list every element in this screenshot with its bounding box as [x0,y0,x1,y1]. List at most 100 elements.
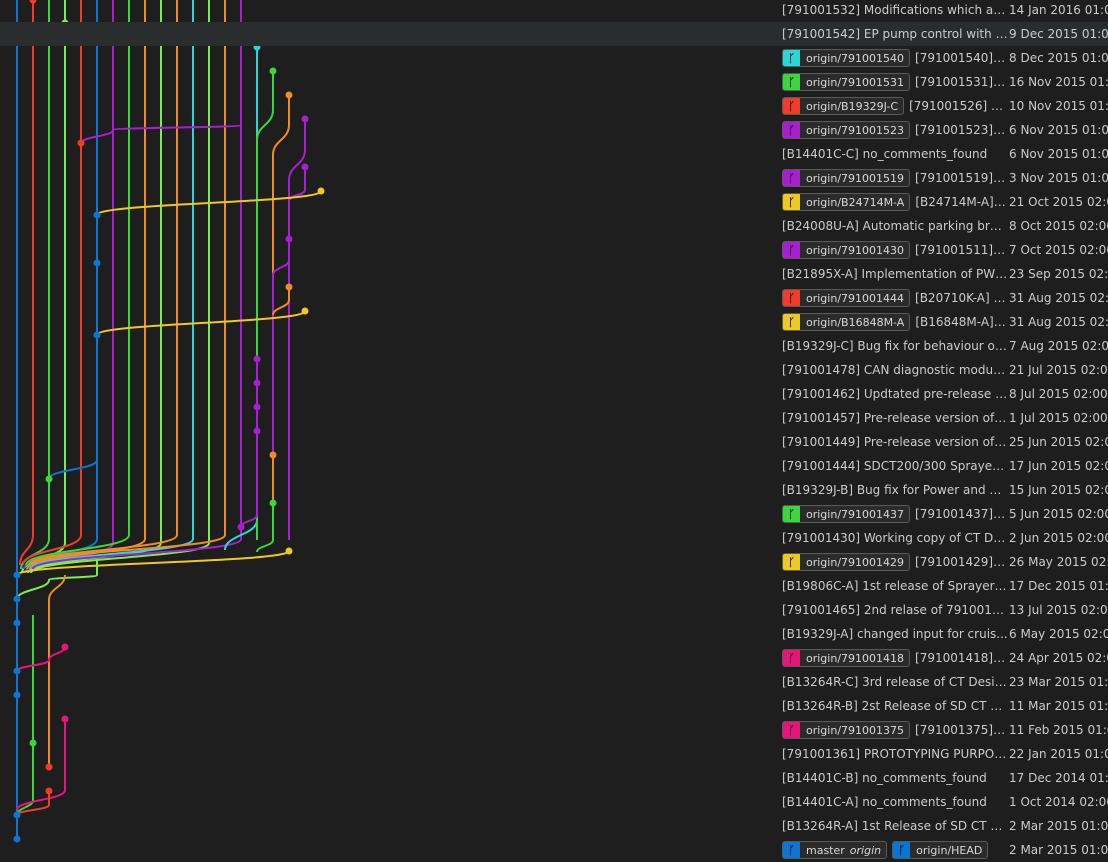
commit-row[interactable]: [B24008U-A] Automatic parking bra... 8 Oc… [0,214,1108,238]
commit-date: 6 Nov 2015 01:00 [1009,123,1108,137]
git-branch-icon: ᚴ [893,842,911,858]
commit-message: [791001532] Modifications which are... [782,3,1008,17]
branch-ref-name: origin/791001444 [806,291,905,305]
commit-message-cell: ᚴ origin/791001418 [791001418] Im... [782,646,1008,670]
commit-message: [791001465] 2nd relase of 791001444 [782,603,1008,617]
branch-ref-badge[interactable]: ᚴ origin/HEAD [892,841,989,859]
commit-row[interactable]: [B19329J-A] changed input for cruis... 6 … [0,622,1108,646]
commit-message-cell: [B13264R-A] 1st Release of SD CT Ge... [782,814,1008,838]
git-branch-icon: ᚴ [783,170,800,186]
branch-ref-badge[interactable]: ᚴ origin/791001519 [782,169,911,187]
commit-row[interactable]: ᚴ origin/791001444 [B20710K-A] N... 31 Aug … [0,286,1108,310]
commit-message-cell: ᚴ origin/791001430 [791001511] Up... [782,238,1008,262]
commit-row[interactable]: [791001430] Working copy of CT Des... 2 J… [0,526,1108,550]
commit-date: 2 Mar 2015 01:00 [1009,843,1108,857]
commit-row[interactable]: [B19329J-C] Bug fix for behaviour of ...… [0,334,1108,358]
commit-row[interactable]: [791001457] Pre-release version of C... 1… [0,406,1108,430]
commit-message: [791001523] De... [915,123,1008,137]
commit-row[interactable]: ᚴ origin/791001437 [791001437] Us...5 Jun … [0,502,1108,526]
commit-row[interactable]: ᚴ origin/791001523 [791001523] De...6 Nov … [0,118,1108,142]
commit-message: [791001478] CAN diagnostic module ... [782,363,1008,377]
git-branch-icon: ᚴ [783,842,800,858]
commit-row[interactable]: [B19806C-A] 1st release of Sprayer P... 1… [0,574,1108,598]
commit-message: [791001437] Us... [915,507,1008,521]
commit-row[interactable]: ᚴ origin/B19329J-C [791001526] S... 10 Nov … [0,94,1108,118]
commit-message-cell: [B24008U-A] Automatic parking bra... [782,214,1008,238]
commit-row[interactable]: [791001478] CAN diagnostic module ... 21 … [0,358,1108,382]
commit-row[interactable]: ᚴ origin/791001540 [791001540] O... 8 Dec 2… [0,46,1108,70]
commit-message-cell: [B13264R-B] 2st Release of SD CT Ge... [782,694,1008,718]
branch-ref-badge[interactable]: ᚴ origin/B19329J-C [782,97,905,115]
branch-ref-name: origin/791001540 [806,51,905,65]
branch-ref-name: origin/791001437 [806,507,905,521]
branch-ref-badge[interactable]: ᚴ origin/B16848M-A [782,313,911,331]
branch-ref-badge[interactable]: ᚴ origin/791001531 [782,73,911,91]
commit-row[interactable]: ᚴ origin/791001430 [791001511] Up...7 Oct … [0,238,1108,262]
commit-row[interactable]: ᚴ origin/791001418 [791001418] Im...24 Apr… [0,646,1108,670]
commit-message-cell: ᚴ origin/B19329J-C [791001526] S... [782,94,1008,118]
branch-ref-name: origin/791001531 [806,75,905,89]
branch-ref-badge[interactable]: ᚴ origin/B24714M-A [782,193,911,211]
commit-message: [791001519] for... [915,171,1008,185]
commit-row[interactable]: [B21895X-A] Implementation of PW ... 23 S… [0,262,1108,286]
branch-ref-name: master [806,843,845,857]
commit-row[interactable]: ᚴ origin/B16848M-A [B16848M-A] ... 31 Aug 2… [0,310,1108,334]
commit-message: [B24714M-A] ... [915,195,1008,209]
commit-message: [B19329J-A] changed input for cruis... [782,627,1008,641]
commit-date: 6 May 2015 02:00 [1009,627,1108,641]
commit-row[interactable]: [791001449] Pre-release version of C... 2… [0,430,1108,454]
commit-date: 8 Jul 2015 02:00 [1009,387,1108,401]
git-branch-icon: ᚴ [783,242,800,258]
commit-message-cell: [791001465] 2nd relase of 791001444 [782,598,1008,622]
commit-row[interactable]: ᚴ origin/791001375 [791001375] no...11 Feb… [0,718,1108,742]
commit-message: [791001418] Im... [915,651,1008,665]
commit-date: 10 Nov 2015 01:00 [1009,99,1108,113]
commit-date: 31 Aug 2015 02:00 [1009,291,1108,305]
commit-message-cell: ᚴ origin/791001540 [791001540] O... [782,46,1008,70]
commit-message-cell: [B13264R-C] 3rd release of CT Desig... [782,670,1008,694]
commit-row[interactable]: ᚴ origin/791001531 [791001531] Sp...16 Nov… [0,70,1108,94]
commit-date: 5 Jun 2015 02:00 [1009,507,1108,521]
commit-message: [791001444] SDCT200/300 Sprayer p... [782,459,1008,473]
commit-message-cell: ᚴ origin/B24714M-A [B24714M-A] ... [782,190,1008,214]
commit-date: 21 Oct 2015 02:00 [1009,195,1108,209]
commit-message-cell: [B19806C-A] 1st release of Sprayer P... [782,574,1008,598]
branch-ref-badge[interactable]: ᚴ origin/791001437 [782,505,911,523]
branch-ref-badge[interactable]: ᚴ origin/791001430 [782,241,911,259]
commit-row[interactable]: ᚴ origin/791001429 [791001429] W...26 May … [0,550,1108,574]
commit-row[interactable]: ᚴ origin/B24714M-A [B24714M-A] ... 21 Oct 2… [0,190,1108,214]
commit-date: 23 Mar 2015 01:00 [1009,675,1108,689]
branch-ref-badge[interactable]: ᚴ origin/791001523 [782,121,911,139]
commit-row[interactable]: ᚴ origin/791001519 [791001519] for...3 Nov… [0,166,1108,190]
commit-message: [791001361] PROTOTYPING PURPOSE... [782,747,1008,761]
branch-ref-badge[interactable]: ᚴ origin/791001418 [782,649,911,667]
commit-row[interactable]: [B19329J-B] Bug fix for Power and Pr... 1… [0,478,1108,502]
commit-row[interactable]: [B13264R-A] 1st Release of SD CT Ge... 2 … [0,814,1108,838]
commit-message: [791001375] no... [915,723,1008,737]
commit-row[interactable]: [791001532] Modifications which are... 14… [0,0,1108,22]
branch-ref-badge[interactable]: ᚴ origin/791001429 [782,553,911,571]
branch-ref-badge[interactable]: ᚴ master origin [782,841,888,859]
git-branch-icon: ᚴ [783,194,800,210]
commit-row[interactable]: [B13264R-B] 2st Release of SD CT Ge... 11… [0,694,1108,718]
commit-date: 7 Aug 2015 02:00 [1009,339,1108,353]
commit-message: [B13264R-A] 1st Release of SD CT Ge... [782,819,1008,833]
branch-ref-badge[interactable]: ᚴ origin/791001375 [782,721,911,739]
commit-row[interactable]: [B14401C-B] no_comments_found 17 Dec 2014… [0,766,1108,790]
commit-date: 1 Oct 2014 02:00 [1009,795,1108,809]
commit-row[interactable]: [B14401C-A] no_comments_found 1 Oct 2014 … [0,790,1108,814]
commit-date: 9 Dec 2015 01:00 [1009,27,1108,41]
commit-row[interactable]: [791001462] Updtated pre-release v... 8 J… [0,382,1108,406]
commit-row[interactable]: [791001542] EP pump control with h... 9 D… [0,22,1108,46]
commit-row[interactable]: [791001361] PROTOTYPING PURPOSE... 22 Jan… [0,742,1108,766]
commit-date: 17 Jun 2015 02:00 [1009,459,1108,473]
commit-row[interactable]: ᚴ master origin ᚴ origin/HEAD 2 Mar 2015 01:0… [0,838,1108,862]
branch-ref-badge[interactable]: ᚴ origin/791001540 [782,49,911,67]
commit-date: 3 Nov 2015 01:00 [1009,171,1108,185]
commit-row[interactable]: [B13264R-C] 3rd release of CT Desig... 23… [0,670,1108,694]
commit-row[interactable]: [791001444] SDCT200/300 Sprayer p... 17 J… [0,454,1108,478]
git-branch-icon: ᚴ [783,506,800,522]
commit-row[interactable]: [791001465] 2nd relase of 791001444 13 Ju… [0,598,1108,622]
commit-row[interactable]: [B14401C-C] no_comments_found 6 Nov 2015 … [0,142,1108,166]
branch-ref-badge[interactable]: ᚴ origin/791001444 [782,289,911,307]
